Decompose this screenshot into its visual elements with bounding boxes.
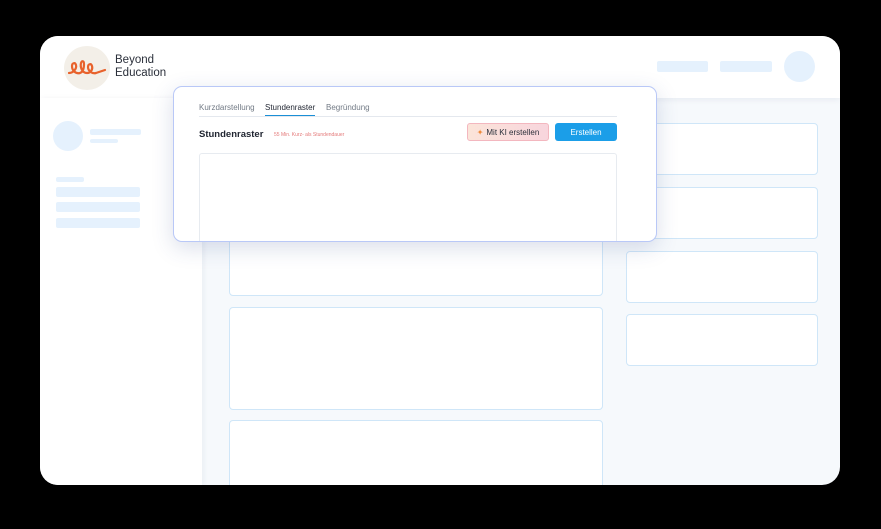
- brand-line-2: Education: [115, 67, 167, 79]
- sparkle-icon: ✦: [476, 127, 484, 137]
- create-button[interactable]: Erstellen: [555, 123, 617, 141]
- side-card-4: [626, 314, 818, 366]
- ai-generate-label: Mit KI erstellen: [486, 127, 540, 137]
- create-label: Erstellen: [570, 127, 602, 137]
- brand-name: Beyond Education: [115, 54, 166, 80]
- tab-stundenraster[interactable]: Stundenraster: [265, 103, 316, 116]
- logo[interactable]: [64, 46, 110, 90]
- section-title: Stundenraster: [199, 129, 264, 140]
- sidebar-item-placeholder-1[interactable]: [56, 187, 140, 197]
- lesson-plan-modal: Kurzdarstellung Stundenraster Begründung…: [173, 86, 657, 242]
- nav-placeholder-2[interactable]: [720, 61, 772, 72]
- sidebar-name-placeholder: [90, 129, 141, 135]
- content-card-3: [229, 420, 603, 485]
- beyond-education-logo-icon: [67, 60, 107, 75]
- side-card-3: [626, 251, 818, 303]
- sidebar-item-placeholder-2[interactable]: [56, 202, 140, 212]
- content-card-2: [229, 307, 603, 410]
- sidebar-sub-placeholder: [90, 139, 118, 143]
- lesson-plan-editor[interactable]: [199, 153, 617, 241]
- section-hint: 55 Min. Kurz- als Stundendauer: [274, 132, 345, 138]
- nav-placeholder-1[interactable]: [657, 61, 708, 72]
- brand-line-1: Beyond: [115, 54, 155, 66]
- ai-generate-button[interactable]: ✦ Mit KI erstellen: [467, 123, 549, 141]
- sidebar-heading-placeholder: [56, 177, 84, 182]
- tab-begruendung[interactable]: Begründung: [326, 103, 370, 115]
- sidebar-avatar-placeholder: [53, 121, 83, 151]
- avatar[interactable]: [784, 51, 815, 82]
- sidebar-item-placeholder-3[interactable]: [56, 218, 140, 228]
- tab-kurzdarstellung[interactable]: Kurzdarstellung: [199, 103, 255, 115]
- tab-bar: Kurzdarstellung Stundenraster Begründung: [199, 103, 617, 117]
